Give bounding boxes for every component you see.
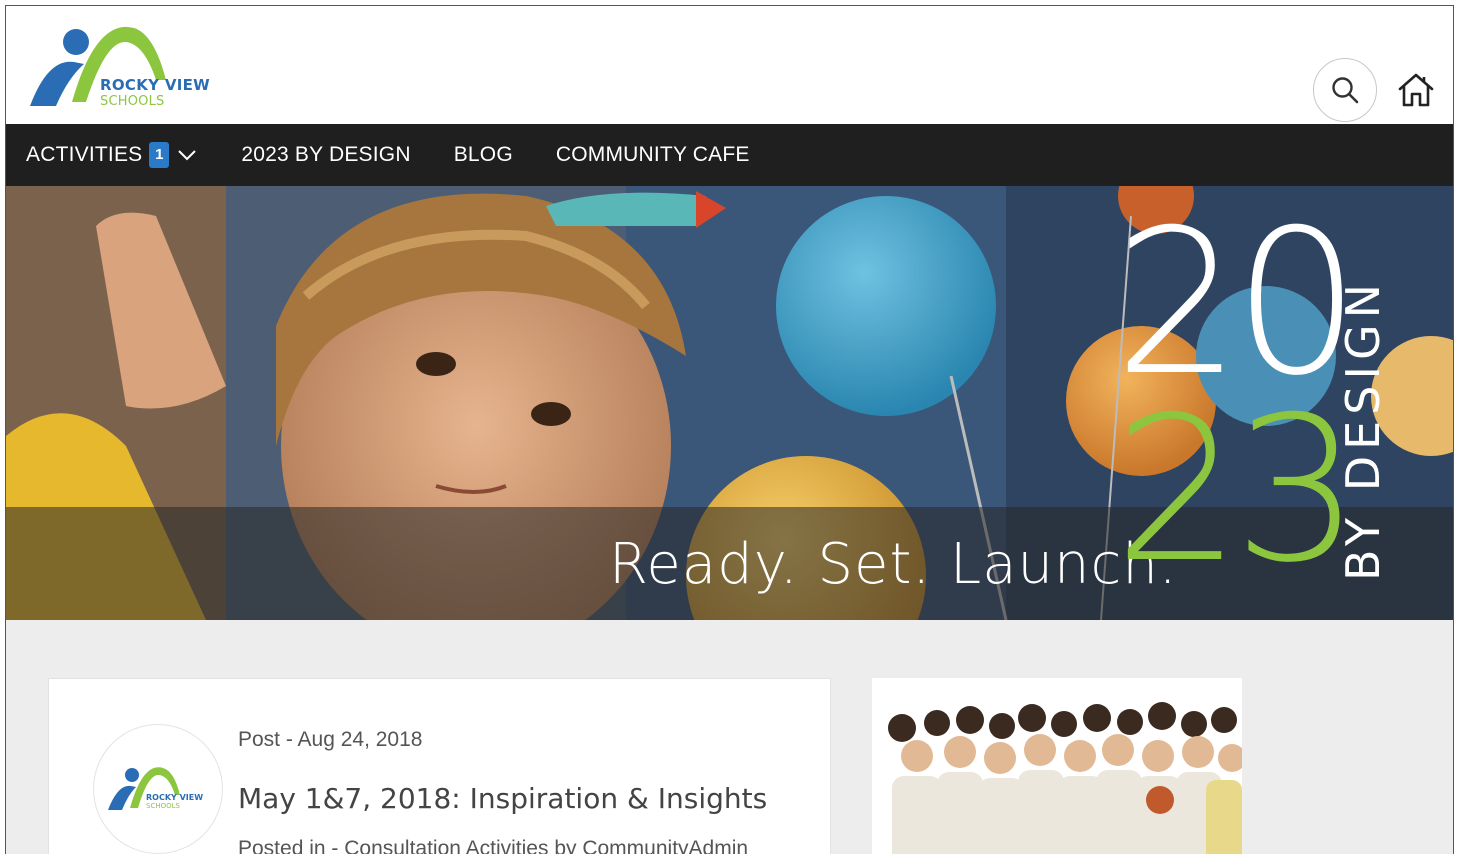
main-nav: ACTIVITIES 1 2023 BY DESIGN BLOG COMMUNI… [6,124,1453,186]
nav-item-blog[interactable]: BLOG [454,124,513,186]
avatar: ROCKY VIEW SCHOOLS [93,724,223,854]
home-button[interactable] [1394,68,1438,112]
hero-banner: Ready. Set. Launch. 20 23 BY DESIGN [6,186,1453,620]
nav-item-label: 2023 BY DESIGN [241,143,411,166]
post-meta: Post - Aug 24, 2018 [238,728,423,751]
community-photo[interactable] [872,678,1242,854]
nav-item-2023-by-design[interactable]: 2023 BY DESIGN [241,124,410,186]
nav-item-label: BLOG [453,143,513,166]
avatar-logo-text-secondary: SCHOOLS [146,802,181,810]
post-card[interactable]: ROCKY VIEW SCHOOLS Post - Aug 24, 2018 M… [48,678,831,854]
nav-item-label: ACTIVITIES [26,143,143,166]
logo-text-secondary: SCHOOLS [100,94,165,109]
content-area: ROCKY VIEW SCHOOLS Post - Aug 24, 2018 M… [6,620,1453,854]
nav-item-activities[interactable]: ACTIVITIES 1 [26,124,197,186]
post-category: Posted in - Consultation Activities by C… [238,837,749,854]
nav-item-label: COMMUNITY CAFE [555,143,750,166]
nav-item-community-cafe[interactable]: COMMUNITY CAFE [556,124,750,186]
page-frame: ROCKY VIEW SCHOOLS ACTIVITIES 1 2023 BY … [5,5,1454,854]
notification-badge: 1 [149,142,170,168]
search-icon [1332,77,1359,104]
post-title-link[interactable]: May 1&7, 2018: Inspiration & Insights [238,782,767,815]
hero-year-bottom: 23 [1114,374,1360,607]
search-button[interactable] [1313,58,1377,122]
logo-text-primary: ROCKY VIEW [100,76,210,94]
logo-mark-icon: ROCKY VIEW SCHOOLS [108,767,203,810]
people-group-image [872,678,1242,854]
hero-side-text: BY DESIGN [1336,277,1390,581]
avatar-logo-text-primary: ROCKY VIEW [146,793,203,802]
site-header: ROCKY VIEW SCHOOLS [6,6,1453,124]
site-logo[interactable]: ROCKY VIEW SCHOOLS [26,18,216,114]
chevron-down-icon[interactable] [177,149,197,161]
home-icon [1398,73,1434,107]
hero-tagline: Ready. Set. Launch. [609,532,1178,597]
